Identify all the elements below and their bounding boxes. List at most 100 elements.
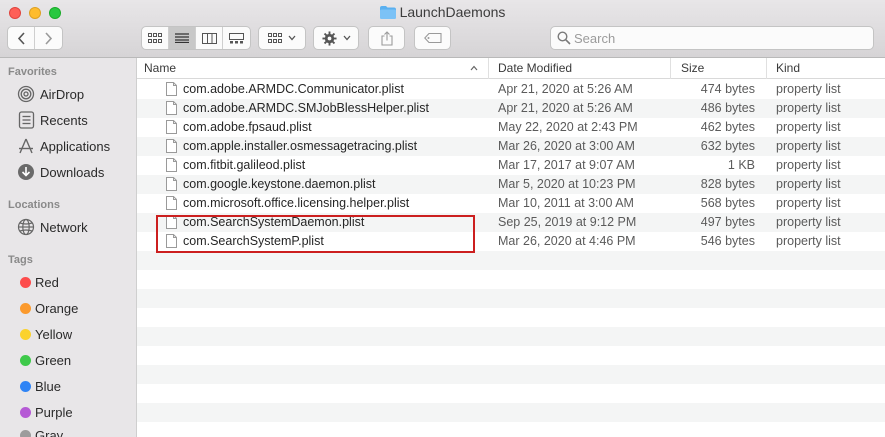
edit-tags-button[interactable] bbox=[414, 26, 451, 50]
table-row[interactable]: com.apple.installer.osmessagetracing.pli… bbox=[137, 137, 885, 156]
document-icon bbox=[166, 196, 177, 210]
file-name: com.SearchSystemDaemon.plist bbox=[183, 215, 365, 229]
table-row[interactable]: com.adobe.ARMDC.Communicator.plist Apr 2… bbox=[137, 80, 885, 99]
green-tag-icon bbox=[20, 354, 31, 366]
sidebar-tag-green[interactable]: Green bbox=[17, 349, 135, 371]
document-icon bbox=[166, 177, 177, 191]
column-header-name[interactable]: Name bbox=[137, 58, 489, 79]
file-name: com.google.keystone.daemon.plist bbox=[183, 177, 376, 191]
table-row[interactable]: com.microsoft.office.licensing.helper.pl… bbox=[137, 194, 885, 213]
file-size: 828 bytes bbox=[700, 177, 755, 191]
file-kind: property list bbox=[776, 158, 841, 172]
window-title-text: LaunchDaemons bbox=[399, 4, 506, 20]
blue-tag-icon bbox=[20, 380, 31, 392]
gallery-view-button[interactable] bbox=[223, 27, 250, 49]
empty-row bbox=[137, 346, 885, 365]
empty-row bbox=[137, 384, 885, 403]
column-view-button[interactable] bbox=[196, 27, 223, 49]
sidebar-tag-red[interactable]: Red bbox=[17, 271, 135, 293]
sidebar-item-label: Yellow bbox=[35, 326, 73, 342]
sidebar-item-label: Green bbox=[35, 352, 72, 368]
sidebar-item-label: Recents bbox=[40, 112, 88, 128]
table-row[interactable]: com.google.keystone.daemon.plist Mar 5, … bbox=[137, 175, 885, 194]
columns-icon bbox=[201, 32, 217, 44]
column-header-label: Name bbox=[144, 61, 177, 75]
sidebar-item-label: Gray bbox=[35, 428, 64, 437]
network-icon bbox=[17, 218, 35, 236]
clock-icon bbox=[17, 111, 35, 129]
document-icon bbox=[166, 215, 177, 229]
sidebar-item-label: Red bbox=[35, 274, 59, 290]
table-row[interactable]: com.adobe.ARMDC.SMJobBlessHelper.plist A… bbox=[137, 99, 885, 118]
purple-tag-icon bbox=[20, 406, 31, 418]
sidebar-item-label: Downloads bbox=[40, 164, 105, 180]
file-list: Name Date Modified Size Kind com.adobe.A… bbox=[137, 58, 885, 437]
chevron-left-icon bbox=[17, 31, 25, 45]
empty-row bbox=[137, 251, 885, 270]
file-size: 497 bytes bbox=[700, 215, 755, 229]
sidebar-tag-yellow[interactable]: Yellow bbox=[17, 323, 135, 345]
folder-icon bbox=[379, 6, 396, 19]
sidebar-tag-blue[interactable]: Blue bbox=[17, 375, 135, 397]
sidebar-item-downloads[interactable]: Downloads bbox=[17, 161, 135, 183]
sidebar-tag-orange[interactable]: Orange bbox=[17, 297, 135, 319]
file-date: Mar 5, 2020 at 10:23 PM bbox=[498, 177, 636, 191]
sidebar-item-label: Applications bbox=[40, 138, 111, 154]
column-header-date[interactable]: Date Modified bbox=[491, 58, 671, 79]
document-icon bbox=[166, 120, 177, 134]
file-size: 462 bytes bbox=[700, 120, 755, 134]
list-view-button[interactable] bbox=[169, 27, 196, 49]
sidebar-tag-purple[interactable]: Purple bbox=[17, 401, 135, 423]
file-kind: property list bbox=[776, 196, 841, 210]
table-row[interactable]: com.adobe.fpsaud.plist May 22, 2020 at 2… bbox=[137, 118, 885, 137]
file-kind: property list bbox=[776, 234, 841, 248]
sidebar-item-label: AirDrop bbox=[40, 86, 85, 102]
group-by-button[interactable] bbox=[258, 26, 306, 50]
column-header-kind[interactable]: Kind bbox=[769, 58, 885, 79]
file-size: 546 bytes bbox=[700, 234, 755, 248]
red-tag-icon bbox=[20, 276, 31, 288]
action-menu-button[interactable] bbox=[313, 26, 359, 50]
table-row[interactable]: com.SearchSystemP.plist Mar 26, 2020 at … bbox=[137, 232, 885, 251]
gear-icon bbox=[321, 30, 337, 46]
empty-row bbox=[137, 327, 885, 346]
file-name: com.microsoft.office.licensing.helper.pl… bbox=[183, 196, 410, 210]
file-date: May 22, 2020 at 2:43 PM bbox=[498, 120, 638, 134]
icon-view-button[interactable] bbox=[142, 27, 169, 49]
chevron-right-icon bbox=[45, 31, 53, 45]
file-kind: property list bbox=[776, 139, 841, 153]
sidebar-item-label: Network bbox=[40, 219, 88, 235]
share-icon bbox=[380, 30, 393, 46]
share-button[interactable] bbox=[368, 26, 405, 50]
locations-header: Locations bbox=[8, 199, 60, 211]
forward-button[interactable] bbox=[35, 27, 62, 49]
sidebar-item-recents[interactable]: Recents bbox=[17, 109, 135, 131]
gray-tag-icon bbox=[20, 430, 31, 437]
window-title: LaunchDaemons bbox=[0, 4, 885, 20]
tags-header: Tags bbox=[8, 254, 33, 266]
column-header-size[interactable]: Size bbox=[674, 58, 767, 79]
file-date: Mar 17, 2017 at 9:07 AM bbox=[498, 158, 635, 172]
file-name: com.adobe.fpsaud.plist bbox=[183, 120, 312, 134]
sidebar-item-applications[interactable]: Applications bbox=[17, 135, 135, 157]
sidebar-item-network[interactable]: Network bbox=[17, 216, 135, 238]
empty-row bbox=[137, 365, 885, 384]
file-kind: property list bbox=[776, 101, 841, 115]
table-row[interactable]: com.SearchSystemDaemon.plist Sep 25, 201… bbox=[137, 213, 885, 232]
document-icon bbox=[166, 101, 177, 115]
document-icon bbox=[166, 234, 177, 248]
download-icon bbox=[17, 163, 35, 181]
sidebar-item-label: Orange bbox=[35, 300, 79, 316]
search-field[interactable] bbox=[550, 26, 874, 50]
back-button[interactable] bbox=[8, 27, 35, 49]
sidebar-tag-gray[interactable]: Gray bbox=[17, 427, 135, 437]
empty-row bbox=[137, 422, 885, 437]
sidebar-item-airdrop[interactable]: AirDrop bbox=[17, 83, 135, 105]
grid-icon bbox=[148, 33, 162, 43]
search-input[interactable] bbox=[574, 29, 864, 47]
orange-tag-icon bbox=[20, 302, 31, 314]
file-kind: property list bbox=[776, 82, 841, 96]
file-size: 632 bytes bbox=[700, 139, 755, 153]
sidebar-item-label: Blue bbox=[35, 378, 62, 394]
table-row[interactable]: com.fitbit.galileod.plist Mar 17, 2017 a… bbox=[137, 156, 885, 175]
